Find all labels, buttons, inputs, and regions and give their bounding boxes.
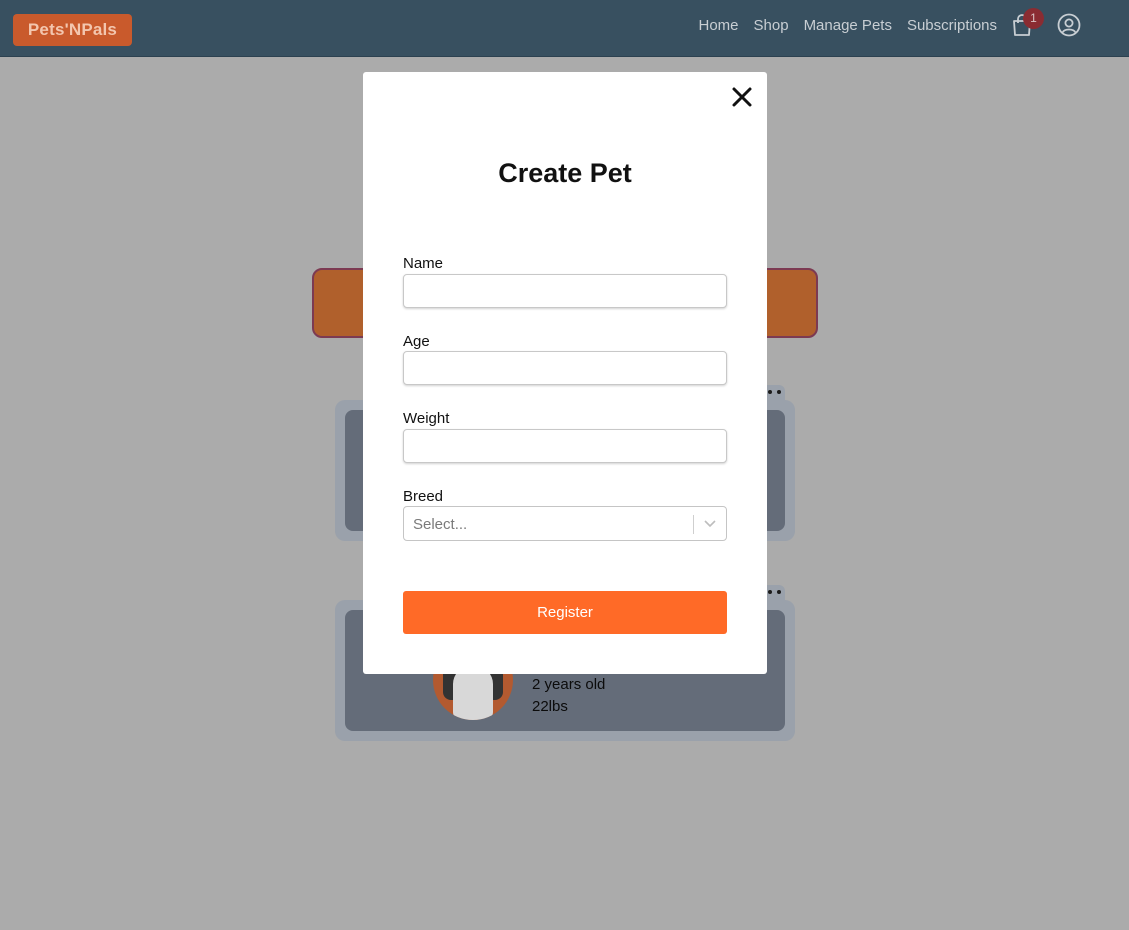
name-input[interactable]: [403, 274, 727, 308]
create-pet-modal: Create Pet Name Age Weight Breed Select.…: [363, 72, 767, 674]
chevron-down-icon[interactable]: [702, 517, 718, 531]
user-circle-icon: [1057, 13, 1081, 37]
breed-select[interactable]: Select...: [403, 506, 727, 541]
breed-select-placeholder: Select...: [413, 516, 468, 533]
breed-label: Breed: [403, 488, 444, 505]
register-button[interactable]: Register: [403, 591, 727, 634]
nav-link-manage-pets[interactable]: Manage Pets: [804, 17, 892, 34]
close-icon: [732, 87, 752, 107]
nav-link-home[interactable]: Home: [699, 17, 739, 34]
weight-input[interactable]: [403, 429, 727, 463]
age-label: Age: [403, 333, 430, 350]
pet-weight: 22lbs: [532, 698, 568, 715]
name-label: Name: [403, 255, 444, 272]
nav-links: Home Shop Manage Pets Subscriptions: [699, 0, 998, 50]
weight-label: Weight: [403, 410, 450, 427]
modal-title: Create Pet: [498, 158, 632, 188]
user-menu-button[interactable]: [1057, 13, 1081, 37]
nav-link-shop[interactable]: Shop: [754, 17, 789, 34]
age-input[interactable]: [403, 351, 727, 385]
nav-link-subscriptions[interactable]: Subscriptions: [907, 17, 997, 34]
cart-count-badge: 1: [1023, 8, 1044, 29]
pet-age: 2 years old: [532, 676, 606, 693]
brand-logo[interactable]: Pets'NPals: [13, 14, 132, 46]
close-button[interactable]: [731, 86, 753, 108]
navbar: Pets'NPals Home Shop Manage Pets Subscri…: [0, 0, 1129, 57]
select-separator: [693, 515, 694, 534]
